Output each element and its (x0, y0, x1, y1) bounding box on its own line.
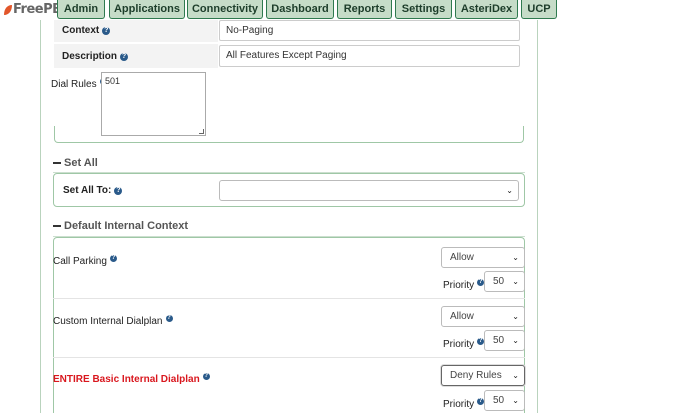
dial-rules-box-bottom (54, 126, 524, 143)
priority-label: Priority? (443, 398, 485, 410)
chevron-down-icon: ⌄ (512, 253, 519, 262)
set-all-section-title[interactable]: Set All (53, 157, 98, 169)
nav-tab-ucp[interactable]: UCP (521, 0, 557, 19)
context-label: Context? (62, 25, 111, 36)
chevron-down-icon: ⌄ (506, 186, 513, 195)
chevron-down-icon: ⌄ (512, 396, 519, 405)
nav-tab-admin[interactable]: Admin (57, 0, 105, 19)
nav-tab-dashboard[interactable]: Dashboard (266, 0, 334, 19)
top-navbar: FreePBX Admin Applications Connectivity … (0, 0, 690, 20)
entire-basic-internal-dialplan-priority-select[interactable]: 50 ⌄ (484, 390, 525, 411)
custom-internal-dialplan-label: Custom Internal Dialplan? (53, 315, 173, 327)
question-circle-icon[interactable]: ? (102, 27, 111, 35)
row-divider (53, 357, 525, 358)
description-field[interactable]: All Features Except Paging (219, 45, 520, 67)
description-label: Description? (62, 51, 129, 62)
custom-internal-dialplan-select[interactable]: Allow ⌄ (441, 306, 525, 327)
question-circle-icon[interactable]: ? (114, 187, 123, 195)
minus-icon (53, 162, 61, 165)
nav-tab-reports[interactable]: Reports (337, 0, 392, 19)
call-parking-select[interactable]: Allow ⌄ (441, 247, 525, 268)
chevron-down-icon: ⌄ (512, 336, 519, 345)
chevron-down-icon: ⌄ (512, 371, 519, 380)
default-internal-section-title[interactable]: Default Internal Context (53, 220, 188, 232)
question-circle-icon[interactable]: ? (202, 373, 210, 380)
freepbx-logo[interactable]: FreePBX (3, 2, 72, 18)
dial-rules-value: 501 (105, 76, 121, 86)
set-all-label: Set All To:? (63, 185, 123, 196)
custom-internal-dialplan-priority-select[interactable]: 50 ⌄ (484, 330, 525, 351)
chevron-down-icon: ⌄ (512, 312, 519, 321)
leaf-icon (4, 5, 12, 15)
row-divider (53, 298, 525, 299)
dial-rules-label: Dial Rules? (51, 78, 107, 90)
priority-label: Priority? (443, 338, 485, 350)
nav-tab-settings[interactable]: Settings (395, 0, 452, 19)
call-parking-priority-select[interactable]: 50 ⌄ (484, 271, 525, 292)
question-circle-icon[interactable]: ? (165, 315, 173, 322)
context-field[interactable]: No-Paging (219, 20, 520, 41)
nav-tab-applications[interactable]: Applications (109, 0, 185, 19)
call-parking-label: Call Parking? (53, 255, 117, 267)
nav-tab-asteridex[interactable]: AsteriDex (455, 0, 518, 19)
set-all-select[interactable]: ⌄ (219, 180, 519, 201)
priority-label: Priority? (443, 279, 485, 291)
chevron-down-icon: ⌄ (512, 277, 519, 286)
entire-basic-internal-dialplan-label: ENTIRE Basic Internal Dialplan? (53, 373, 210, 385)
entire-basic-internal-dialplan-select[interactable]: Deny Rules ⌄ (441, 365, 525, 386)
nav-tab-connectivity[interactable]: Connectivity (187, 0, 263, 19)
minus-icon (53, 225, 61, 228)
question-circle-icon[interactable]: ? (109, 255, 117, 262)
question-circle-icon[interactable]: ? (120, 53, 129, 61)
